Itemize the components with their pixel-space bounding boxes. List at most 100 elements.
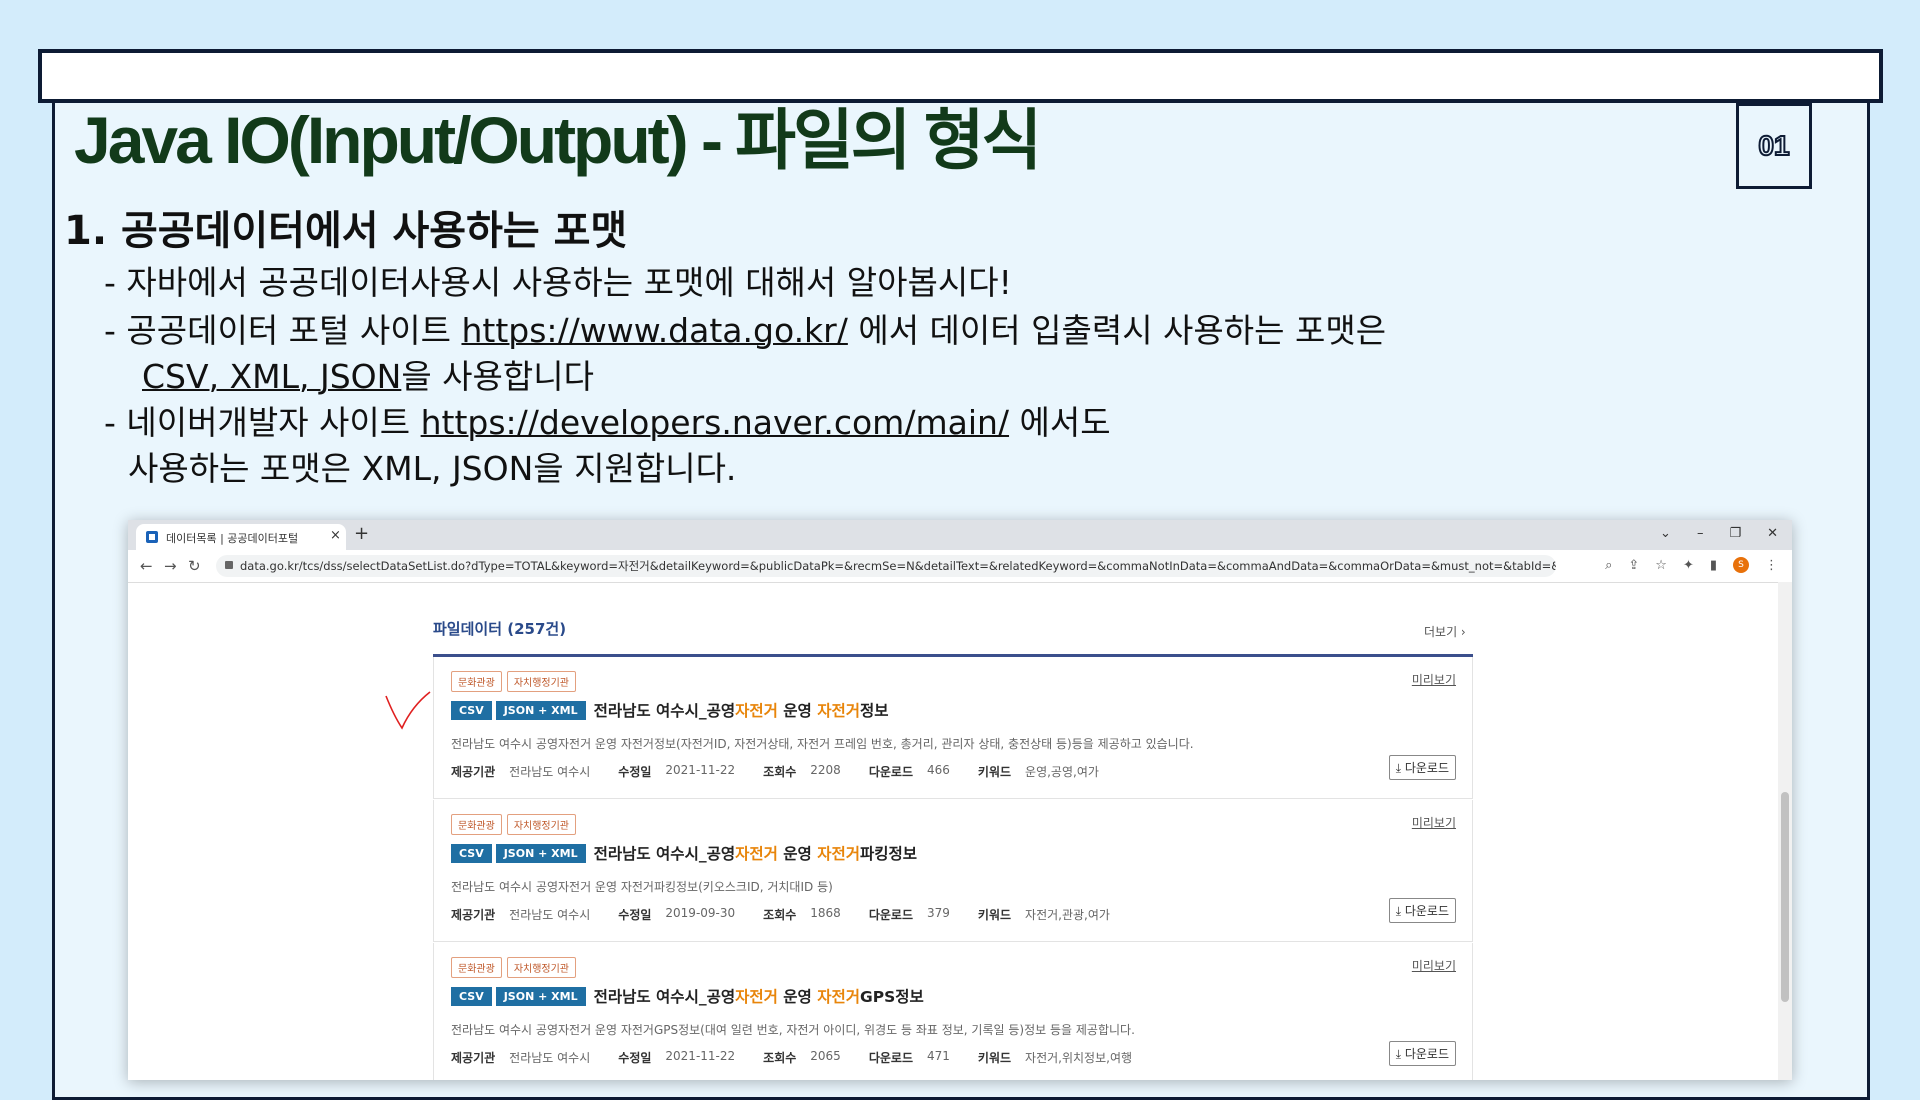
category-badge: 문화관광 bbox=[451, 814, 502, 835]
keywords-value: 운영,공영,여가 bbox=[1025, 765, 1099, 779]
title-part: 전라남도 여수시_공영 bbox=[593, 702, 736, 720]
bullet-java-formats: - 자바에서 공공데이터사용시 사용하는 포맷에 대해서 알아봅시다! bbox=[104, 263, 1012, 302]
dataset-title[interactable]: 전라남도 여수시_공영자전거 운영 자전거파킹정보 bbox=[594, 842, 917, 864]
bullet-data-portal-cont: CSV, XML, JSON을 사용합니다 bbox=[142, 350, 594, 398]
forward-icon[interactable]: → bbox=[164, 557, 177, 575]
extensions-icon[interactable]: ✦ bbox=[1683, 558, 1694, 573]
keyword-highlight: 자전거 bbox=[735, 702, 778, 720]
title-part: 전라남도 여수시_공영 bbox=[593, 988, 736, 1006]
page-number-badge: 01 bbox=[1736, 103, 1812, 189]
meta-label: 키워드 bbox=[977, 765, 1012, 779]
new-tab-icon[interactable]: + bbox=[354, 523, 369, 544]
menu-dots-icon[interactable]: ⋮ bbox=[1765, 558, 1778, 573]
restore-icon[interactable]: ❐ bbox=[1729, 526, 1741, 541]
preview-link[interactable]: 미리보기 bbox=[1412, 671, 1456, 688]
format-badge-json-xml: JSON + XML bbox=[495, 986, 586, 1006]
title-part: 운영 bbox=[777, 988, 818, 1006]
dataset-card: 문화관광 자치행정기관 미리보기 CSV JSON + XML 전라남도 여수시… bbox=[433, 943, 1473, 1080]
reload-icon[interactable]: ↻ bbox=[188, 557, 201, 575]
meta-label: 제공기관 bbox=[451, 908, 496, 922]
meta-label: 제공기관 bbox=[451, 1051, 496, 1065]
keyword-highlight: 자전거 bbox=[735, 845, 778, 863]
scrollbar-thumb[interactable] bbox=[1781, 792, 1789, 1002]
dataset-card: 문화관광 자치행정기관 미리보기 CSV JSON + XML 전라남도 여수시… bbox=[433, 657, 1473, 799]
modified-value: 2021-11-22 bbox=[665, 1049, 736, 1063]
naver-dev-link[interactable]: https://developers.naver.com/main/ bbox=[421, 403, 1009, 442]
dataset-title[interactable]: 전라남도 여수시_공영자전거 운영 자전거정보 bbox=[594, 699, 889, 721]
tab-title: 데이터목록 | 공공데이터포털 bbox=[166, 532, 299, 545]
browser-tab-bar: 데이터목록 | 공공데이터포털 × + ⌄ – ❐ ✕ bbox=[128, 520, 1792, 550]
meta-label: 조회수 bbox=[763, 908, 797, 922]
category-badge: 자치행정기관 bbox=[506, 671, 577, 692]
dataset-title-row: CSV JSON + XML 전라남도 여수시_공영자전거 운영 자전거정보 bbox=[451, 699, 889, 721]
meta-label: 수정일 bbox=[618, 765, 652, 779]
download-label: 다운로드 bbox=[1404, 761, 1449, 775]
side-panel-icon[interactable]: ▮ bbox=[1710, 558, 1717, 573]
preview-link[interactable]: 미리보기 bbox=[1412, 814, 1456, 831]
meta-label: 수정일 bbox=[618, 1051, 652, 1065]
download-button[interactable]: ⤓ 다운로드 bbox=[1388, 1041, 1456, 1066]
format-list: CSV, XML, JSON bbox=[142, 357, 402, 396]
downloads-value: 466 bbox=[927, 763, 950, 777]
format-badge-csv: CSV bbox=[451, 700, 492, 720]
dataset-card: 문화관광 자치행정기관 미리보기 CSV JSON + XML 전라남도 여수시… bbox=[433, 800, 1473, 942]
keywords-value: 자전거,관광,여가 bbox=[1025, 908, 1110, 922]
category-badges: 문화관광 자치행정기관 bbox=[451, 957, 577, 978]
meta-label: 수정일 bbox=[618, 908, 652, 922]
bullet-naver-dev-cont: 사용하는 포맷은 XML, JSON을 지원합니다. bbox=[128, 449, 737, 488]
data-portal-link[interactable]: https://www.data.go.kr/ bbox=[461, 311, 847, 350]
category-badges: 문화관광 자치행정기관 bbox=[451, 814, 577, 835]
red-checkmark-annotation bbox=[385, 691, 431, 730]
share-icon[interactable]: ⇪ bbox=[1628, 558, 1639, 573]
tab-close-icon[interactable]: × bbox=[330, 528, 341, 543]
downloads-value: 471 bbox=[927, 1049, 950, 1063]
provider-value: 전라남도 여수시 bbox=[509, 1051, 591, 1065]
views-value: 1868 bbox=[810, 906, 841, 920]
dataset-description: 전라남도 여수시 공영자전거 운영 자전거파킹정보(키오스크ID, 거치대ID … bbox=[451, 880, 833, 894]
browser-tab[interactable]: 데이터목록 | 공공데이터포털 × bbox=[136, 524, 346, 550]
preview-link[interactable]: 미리보기 bbox=[1412, 957, 1456, 974]
keyword-highlight: 자전거 bbox=[817, 845, 860, 863]
bullet-text: 에서 데이터 입출력시 사용하는 포맷은 bbox=[847, 311, 1387, 350]
meta-label: 키워드 bbox=[977, 908, 1012, 922]
keyword-highlight: 자전거 bbox=[817, 702, 860, 720]
download-icon: ⤓ bbox=[1395, 1047, 1401, 1061]
toolbar-icons: ⌕ ⇪ ☆ ✦ ▮ S ⋮ bbox=[1605, 557, 1778, 573]
dataset-description: 전라남도 여수시 공영자전거 운영 자전거GPS정보(대여 일련 번호, 자전거… bbox=[451, 1023, 1135, 1037]
download-icon: ⤓ bbox=[1395, 761, 1401, 775]
file-data-heading: 파일데이터 (257건) bbox=[433, 620, 567, 638]
keyword-highlight: 자전거 bbox=[735, 988, 778, 1006]
views-value: 2065 bbox=[810, 1049, 841, 1063]
download-label: 다운로드 bbox=[1404, 1047, 1449, 1061]
download-button[interactable]: ⤓ 다운로드 bbox=[1388, 898, 1456, 923]
url-input[interactable]: data.go.kr/tcs/dss/selectDataSetList.do?… bbox=[216, 555, 1556, 577]
meta-label: 다운로드 bbox=[868, 908, 913, 922]
meta-label: 조회수 bbox=[763, 1051, 797, 1065]
download-icon: ⤓ bbox=[1395, 904, 1401, 918]
provider-value: 전라남도 여수시 bbox=[509, 908, 591, 922]
site-favicon-icon bbox=[146, 531, 158, 543]
category-badge: 문화관광 bbox=[451, 671, 502, 692]
bullet-data-portal: - 공공데이터 포털 사이트 https://www.data.go.kr/ 에… bbox=[104, 304, 1386, 352]
bookmark-star-icon[interactable]: ☆ bbox=[1655, 558, 1667, 573]
bullet-text: - 공공데이터 포털 사이트 bbox=[104, 311, 462, 350]
title-part: 전라남도 여수시_공영 bbox=[593, 845, 736, 863]
dataset-title[interactable]: 전라남도 여수시_공영자전거 운영 자전거GPS정보 bbox=[594, 985, 924, 1007]
format-badge-csv: CSV bbox=[451, 843, 492, 863]
keyword-highlight: 자전거 bbox=[817, 988, 860, 1006]
download-button[interactable]: ⤓ 다운로드 bbox=[1388, 755, 1456, 780]
dataset-meta: 제공기관 전라남도 여수시 수정일 2021-11-22 조회수 2065 다운로드 4… bbox=[451, 1049, 1160, 1066]
close-window-icon[interactable]: ✕ bbox=[1767, 526, 1778, 541]
url-text: data.go.kr/tcs/dss/selectDataSetList.do?… bbox=[240, 559, 1556, 573]
zoom-search-icon[interactable]: ⌕ bbox=[1605, 558, 1612, 573]
dataset-description: 전라남도 여수시 공영자전거 운영 자전거정보(자전거ID, 자전거상태, 자전… bbox=[451, 737, 1194, 751]
window-controls: ⌄ – ❐ ✕ bbox=[1660, 526, 1778, 541]
back-icon[interactable]: ← bbox=[140, 557, 153, 575]
meta-label: 키워드 bbox=[977, 1051, 1012, 1065]
more-link[interactable]: 더보기 › bbox=[1424, 623, 1466, 640]
minimize-icon[interactable]: – bbox=[1697, 526, 1704, 541]
bullet-text: 을 사용합니다 bbox=[401, 357, 594, 396]
profile-avatar[interactable]: S bbox=[1733, 557, 1749, 573]
tab-search-icon[interactable]: ⌄ bbox=[1660, 526, 1671, 541]
meta-label: 조회수 bbox=[763, 765, 797, 779]
